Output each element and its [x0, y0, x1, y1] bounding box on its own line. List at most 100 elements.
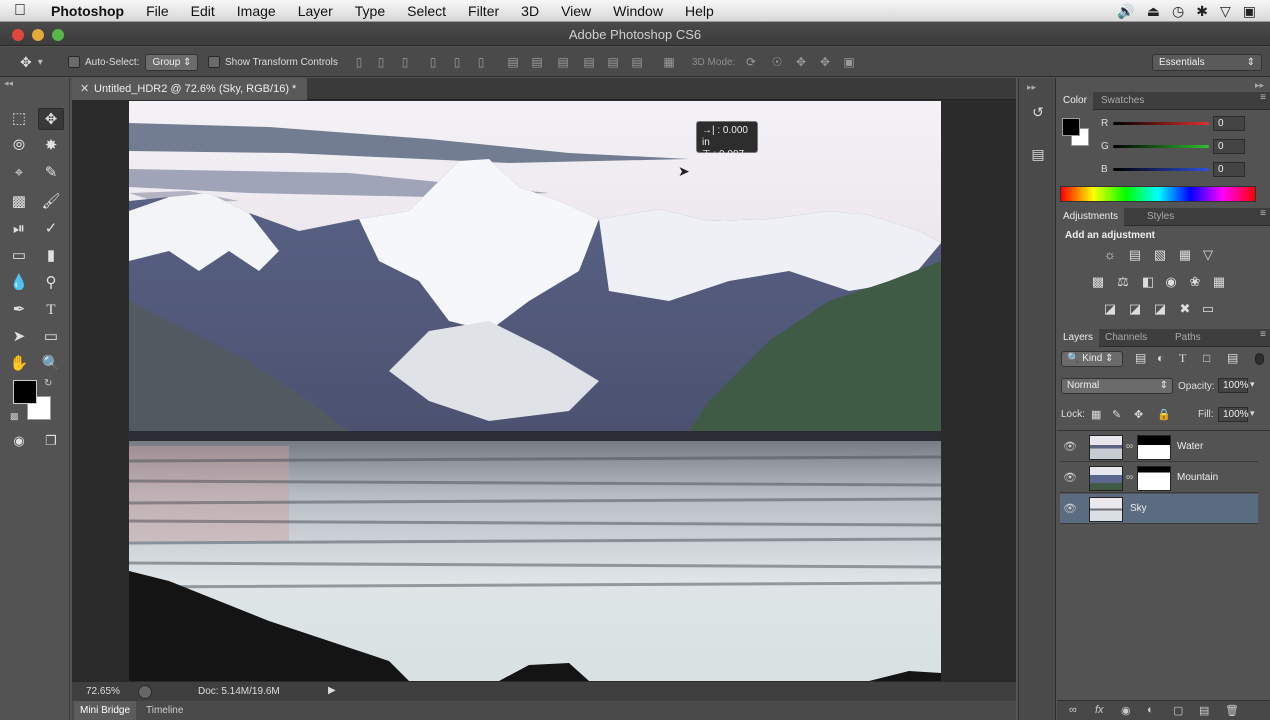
color-foreground-swatch[interactable]	[1062, 118, 1080, 136]
new-layer-icon[interactable]: ▤	[1199, 704, 1209, 717]
layer-row-sky[interactable]: 👁 Sky	[1060, 494, 1258, 524]
distribute-right-icon[interactable]: ▤	[630, 55, 644, 69]
lock-position-icon[interactable]: ✥	[1134, 408, 1143, 421]
apple-icon[interactable]: 	[0, 2, 40, 20]
menu-view[interactable]: View	[550, 3, 602, 19]
menu-type[interactable]: Type	[344, 3, 396, 19]
history-brush-tool-icon[interactable]: ✓	[38, 218, 64, 240]
levels-icon[interactable]: ▤	[1127, 247, 1143, 263]
eyedropper-tool-icon[interactable]: ✎	[38, 162, 64, 184]
menu-edit[interactable]: Edit	[180, 3, 226, 19]
blur-tool-icon[interactable]: 💧	[6, 272, 32, 294]
crop-tool-icon[interactable]: ⌖	[6, 162, 32, 184]
dock-collapse-icon[interactable]: ▸▸	[1027, 82, 1036, 93]
align-left-icon[interactable]: ▯	[426, 55, 440, 69]
history-panel-icon[interactable]: ↺	[1029, 104, 1047, 122]
panel-menu-icon[interactable]: ≡	[1260, 329, 1266, 340]
selective-color-icon[interactable]: ✖	[1177, 301, 1193, 317]
hand-tool-icon[interactable]: ✋	[6, 353, 32, 375]
type-tool-icon[interactable]: T	[38, 299, 64, 321]
tab-timeline[interactable]: Timeline	[140, 701, 189, 720]
visibility-eye-icon[interactable]: 👁	[1063, 502, 1077, 516]
pen-tool-icon[interactable]: ✒	[6, 299, 32, 321]
3d-roll-icon[interactable]: ☉	[770, 55, 784, 69]
workspace-switcher[interactable]: Essentials ⇕	[1152, 53, 1262, 71]
battery-icon[interactable]: ▣	[1243, 3, 1256, 20]
move-tool-preset[interactable]: ✥ ▾	[20, 47, 43, 77]
3d-slide-icon[interactable]: ✥	[818, 55, 832, 69]
panel-menu-icon[interactable]: ≡	[1260, 208, 1266, 219]
lock-transparency-icon[interactable]: ▦	[1091, 408, 1101, 421]
distribute-left-icon[interactable]: ▤	[582, 55, 596, 69]
align-vcenter-icon[interactable]: ▯	[374, 55, 388, 69]
blend-mode-dropdown[interactable]: Normal ⇕	[1061, 378, 1173, 394]
lasso-tool-icon[interactable]: ⦾	[6, 135, 32, 157]
3d-drag-icon[interactable]: ✥	[794, 55, 808, 69]
curves-icon[interactable]: ▧	[1152, 247, 1168, 263]
layer-mask-thumbnail[interactable]	[1137, 466, 1171, 491]
healing-brush-tool-icon[interactable]: ▩	[6, 191, 32, 213]
channel-r-slider[interactable]	[1113, 122, 1209, 125]
foreground-color-chip[interactable]	[13, 380, 37, 404]
clone-stamp-tool-icon[interactable]: ⏯	[6, 218, 32, 240]
layer-row-water[interactable]: 👁 ∞ Water	[1060, 432, 1258, 462]
distribute-vcenter-icon[interactable]: ▤	[530, 55, 544, 69]
tab-adjustments[interactable]: Adjustments	[1057, 208, 1125, 226]
channel-r-value[interactable]: 0	[1213, 116, 1245, 131]
tab-mini-bridge[interactable]: Mini Bridge	[74, 701, 137, 720]
menu-3d[interactable]: 3D	[510, 3, 550, 19]
menu-app[interactable]: Photoshop	[40, 3, 135, 19]
default-colors-icon[interactable]: ▩	[10, 411, 19, 422]
visibility-eye-icon[interactable]: 👁	[1063, 471, 1077, 485]
layer-filter-dropdown[interactable]: 🔍 Kind ⇕	[1061, 351, 1123, 367]
tab-channels[interactable]: Channels	[1099, 329, 1153, 347]
align-hcenter-icon[interactable]: ▯	[450, 55, 464, 69]
show-transform-checkbox[interactable]	[208, 56, 220, 68]
channel-g-value[interactable]: 0	[1213, 139, 1245, 154]
hue-saturation-icon[interactable]: ▩	[1090, 274, 1106, 290]
magic-wand-tool-icon[interactable]: ✸	[38, 135, 64, 157]
3d-scale-icon[interactable]: ▣	[842, 55, 856, 69]
visibility-eye-icon[interactable]: 👁	[1063, 440, 1077, 454]
distribute-top-icon[interactable]: ▤	[506, 55, 520, 69]
link-layers-icon[interactable]: ∞	[1069, 704, 1077, 716]
gradient-tool-icon[interactable]: ▮	[38, 245, 64, 267]
time-machine-icon[interactable]: ◷	[1172, 3, 1184, 20]
delete-layer-icon[interactable]: 🗑	[1225, 704, 1239, 717]
distribute-hcenter-icon[interactable]: ▤	[606, 55, 620, 69]
menu-filter[interactable]: Filter	[457, 3, 510, 19]
channel-b-value[interactable]: 0	[1213, 162, 1245, 177]
move-tool-icon[interactable]: ✥	[38, 108, 64, 130]
3d-rotate-icon[interactable]: ⟳	[744, 55, 758, 69]
swap-colors-icon[interactable]: ↻	[44, 378, 52, 389]
new-adjustment-layer-icon[interactable]: ◐	[1147, 704, 1154, 716]
rectangle-tool-icon[interactable]: ▭	[38, 326, 64, 348]
document-tab[interactable]: ✕ Untitled_HDR2 @ 72.6% (Sky, RGB/16) *	[72, 78, 307, 100]
path-selection-tool-icon[interactable]: ➤	[6, 326, 32, 348]
eraser-tool-icon[interactable]: ▭	[6, 245, 32, 267]
tab-color[interactable]: Color	[1057, 92, 1093, 110]
tab-swatches[interactable]: Swatches	[1095, 92, 1150, 110]
fill-field[interactable]: 100%	[1218, 407, 1249, 422]
tab-paths[interactable]: Paths	[1169, 329, 1207, 347]
layer-style-icon[interactable]: fx	[1095, 704, 1104, 716]
auto-align-icon[interactable]: ▦	[662, 55, 676, 69]
bluetooth-icon[interactable]: ✱	[1196, 3, 1208, 20]
posterize-icon[interactable]: ◪	[1127, 301, 1143, 317]
invert-icon[interactable]: ◪	[1102, 301, 1118, 317]
tab-styles[interactable]: Styles	[1141, 208, 1180, 226]
menu-help[interactable]: Help	[674, 3, 725, 19]
distribute-bottom-icon[interactable]: ▤	[556, 55, 570, 69]
align-top-icon[interactable]: ▯	[352, 55, 366, 69]
threshold-icon[interactable]: ◪	[1152, 301, 1168, 317]
screen-mode-icon[interactable]: ❐	[38, 430, 64, 452]
brightness-contrast-icon[interactable]: ☼	[1102, 247, 1118, 263]
panel-menu-icon[interactable]: ≡	[1260, 92, 1266, 103]
fill-slider-icon[interactable]: ▾	[1250, 408, 1255, 419]
align-bottom-icon[interactable]: ▯	[398, 55, 412, 69]
wifi-icon[interactable]: ▽	[1220, 3, 1231, 20]
auto-select-dropdown[interactable]: Group ⇕	[145, 53, 199, 71]
properties-panel-icon[interactable]: ▤	[1029, 146, 1047, 164]
filter-adjustment-icon[interactable]: ◐	[1157, 351, 1164, 365]
gradient-map-icon[interactable]: ▭	[1200, 301, 1216, 317]
